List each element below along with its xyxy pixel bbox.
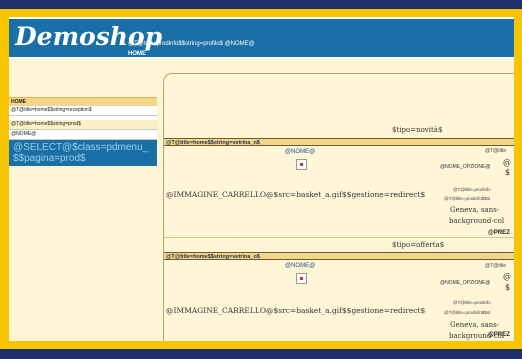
sidebar-product-menu[interactable]: @SELECT@$class=pdmenu_ $$pagina=prod$ (9, 140, 157, 166)
sidebar-item-nome[interactable]: @NOME@ (9, 130, 157, 140)
header-template-tag: @T@title=prodinfo$$string=profilo$ @NOME… (128, 41, 255, 47)
left-sidebar: HOME @T@title=home$$string=reception$ @T… (9, 97, 157, 166)
product-info-link-2[interactable]: @T@title=prodinfo$$st (444, 196, 490, 201)
top-border-bar (0, 0, 522, 9)
product-info-link[interactable]: @T@title=prodinfo (453, 187, 491, 192)
product-info-link[interactable]: @T@title=prodinfo (453, 300, 491, 305)
product-price: @PREZ (488, 230, 510, 236)
demoshop-page: Demoshop @T@title=prodinfo$$string=profi… (9, 17, 514, 341)
product-title-tag: @T@title (485, 263, 506, 269)
nav-home-link[interactable]: HOME (128, 51, 146, 57)
product-title-tag: @T@title (485, 148, 506, 154)
site-header: Demoshop @T@title=prodinfo$$string=profi… (9, 17, 514, 59)
bottom-border-bar (0, 349, 522, 359)
add-to-cart-button[interactable]: @IMMAGINE_CARRELLO@$src=basket_a.gif$$ge… (166, 306, 425, 315)
product-image-icon[interactable] (296, 273, 307, 284)
header-strip: Demoshop @T@title=prodinfo$$string=profi… (9, 19, 514, 57)
product-description-line1: Geneva, sans- (450, 206, 500, 214)
product-description-line1: Geneva, sans- (450, 321, 500, 329)
section-bar: @T@title=home$$string=vetrina_o$ (164, 252, 514, 260)
product-option-name[interactable]: @NOME_OPZIONE@ (440, 280, 490, 286)
main-content: $tipo=novità$ @T@title=home$$string=vetr… (163, 73, 514, 341)
product-price: @PREZ (488, 332, 510, 338)
add-to-cart-button[interactable]: @IMMAGINE_CARRELLO@$src=basket_a.gif$$ge… (166, 190, 425, 199)
product-option-name[interactable]: @NOME_OPZIONE@ (440, 164, 490, 170)
at-sign: @ (503, 158, 511, 167)
product-name[interactable]: @NOME@ (285, 263, 315, 269)
dollar-sign: $ (505, 283, 511, 292)
sidebar-item-prod[interactable]: @T@title=home$$string=prod$ (9, 120, 157, 130)
section-tipo-label: $tipo=offerta$ (392, 241, 445, 249)
sidebar-heading: HOME (9, 97, 157, 106)
product-image-icon[interactable] (296, 159, 307, 170)
product-description-line2: background-col (449, 217, 505, 225)
dollar-sign: $ (505, 168, 511, 177)
section-bar: @T@title=home$$string=vetrina_n$ (164, 138, 514, 146)
site-logo[interactable]: Demoshop (15, 22, 162, 52)
product-name[interactable]: @NOME@ (285, 149, 315, 155)
at-sign: @ (503, 272, 511, 281)
section-tipo-label: $tipo=novità$ (392, 126, 443, 134)
section-divider (164, 237, 514, 238)
product-info-link-2[interactable]: @T@title=prodinfo$$st (444, 310, 490, 315)
sidebar-item-reception[interactable]: @T@title=home$$string=reception$ (9, 106, 157, 116)
